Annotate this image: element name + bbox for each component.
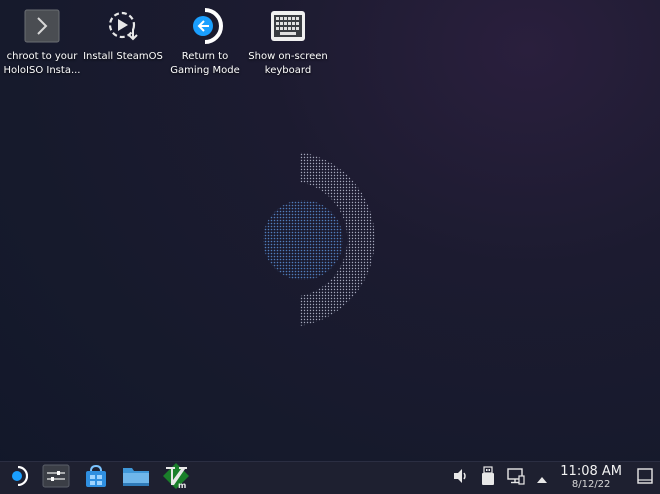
desktop-icon-install-steamos[interactable]: Install SteamOS [81,6,165,64]
show-desktop-icon [637,468,653,488]
svg-text:m: m [178,481,186,490]
desktop-icon-chroot[interactable]: chroot to your HoloISO Insta... [0,6,84,78]
show-desktop-button[interactable] [630,462,660,494]
desktop-icon-label: chroot to your HoloISO Insta... [3,51,81,76]
removable-storage-icon [481,466,495,490]
taskbar: m 11:08 AM 8/12/22 [0,461,660,494]
desktop-icon-label: Return to Gaming Mode [170,51,240,76]
system-tray: 11:08 AM 8/12/22 [448,462,660,494]
desktop: chroot to your HoloISO Insta... Install … [0,0,660,462]
discover-store-button[interactable] [76,462,116,494]
install-steamos-icon [103,6,143,46]
taskbar-tasks: m [0,462,196,494]
return-gaming-mode-icon [185,6,225,46]
network-icon [507,467,525,489]
clock-date: 8/12/22 [571,479,611,490]
keyboard-icon [268,6,308,46]
volume-button[interactable] [448,462,474,494]
clock-time: 11:08 AM [560,464,622,479]
task-manager-icon [42,464,70,492]
volume-icon [452,468,470,488]
tray-expand-icon [536,469,548,488]
tray-expand-button[interactable] [530,462,554,494]
network-button[interactable] [502,462,530,494]
file-manager-button[interactable] [116,462,156,494]
task-manager-button[interactable] [36,462,76,494]
desktop-icon-label: Show on-screen keyboard [248,51,328,76]
desktop-icon-label: Install SteamOS [83,51,163,62]
file-manager-icon [122,464,150,492]
removable-storage-button[interactable] [474,462,502,494]
terminal-chevron-icon [22,6,62,46]
steamos-launcher-icon [8,465,29,490]
digital-clock[interactable]: 11:08 AM 8/12/22 [560,465,622,491]
vim-button[interactable]: m [156,462,196,494]
wallpaper-steam-logo [263,152,375,326]
desktop-icon-onscreen-keyboard[interactable]: Show on-screen keyboard [246,6,330,78]
application-launcher-button[interactable] [0,462,36,494]
desktop-icon-return-gaming-mode[interactable]: Return to Gaming Mode [163,6,247,78]
discover-store-icon [83,463,109,493]
vim-icon: m [162,462,190,494]
